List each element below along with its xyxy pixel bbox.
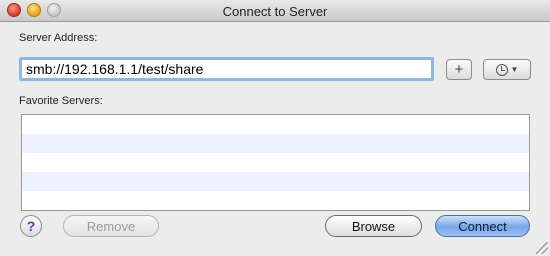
connect-to-server-window: Connect to Server Server Address: + ▼ Fa… (0, 0, 550, 256)
connect-button[interactable]: Connect (435, 215, 530, 237)
window-title: Connect to Server (222, 4, 328, 19)
list-row[interactable] (22, 134, 529, 153)
favorite-servers-list[interactable] (21, 114, 530, 211)
remove-button[interactable]: Remove (63, 215, 159, 237)
clock-icon (495, 63, 508, 76)
list-row[interactable] (22, 115, 529, 134)
help-button[interactable]: ? (20, 215, 42, 237)
add-favorite-button[interactable]: + (446, 59, 472, 80)
plus-icon: + (454, 61, 464, 78)
server-address-input[interactable] (19, 57, 434, 81)
resize-grip[interactable] (536, 242, 548, 254)
list-row[interactable] (22, 172, 529, 191)
chevron-down-icon: ▼ (510, 65, 519, 74)
recent-servers-button[interactable]: ▼ (483, 59, 531, 80)
question-mark-icon: ? (26, 218, 36, 234)
server-address-label: Server Address: (19, 32, 98, 44)
browse-button[interactable]: Browse (325, 215, 422, 237)
list-row[interactable] (22, 153, 529, 172)
favorite-servers-label: Favorite Servers: (19, 95, 103, 107)
title-bar[interactable]: Connect to Server (0, 0, 550, 22)
list-row[interactable] (22, 191, 529, 210)
